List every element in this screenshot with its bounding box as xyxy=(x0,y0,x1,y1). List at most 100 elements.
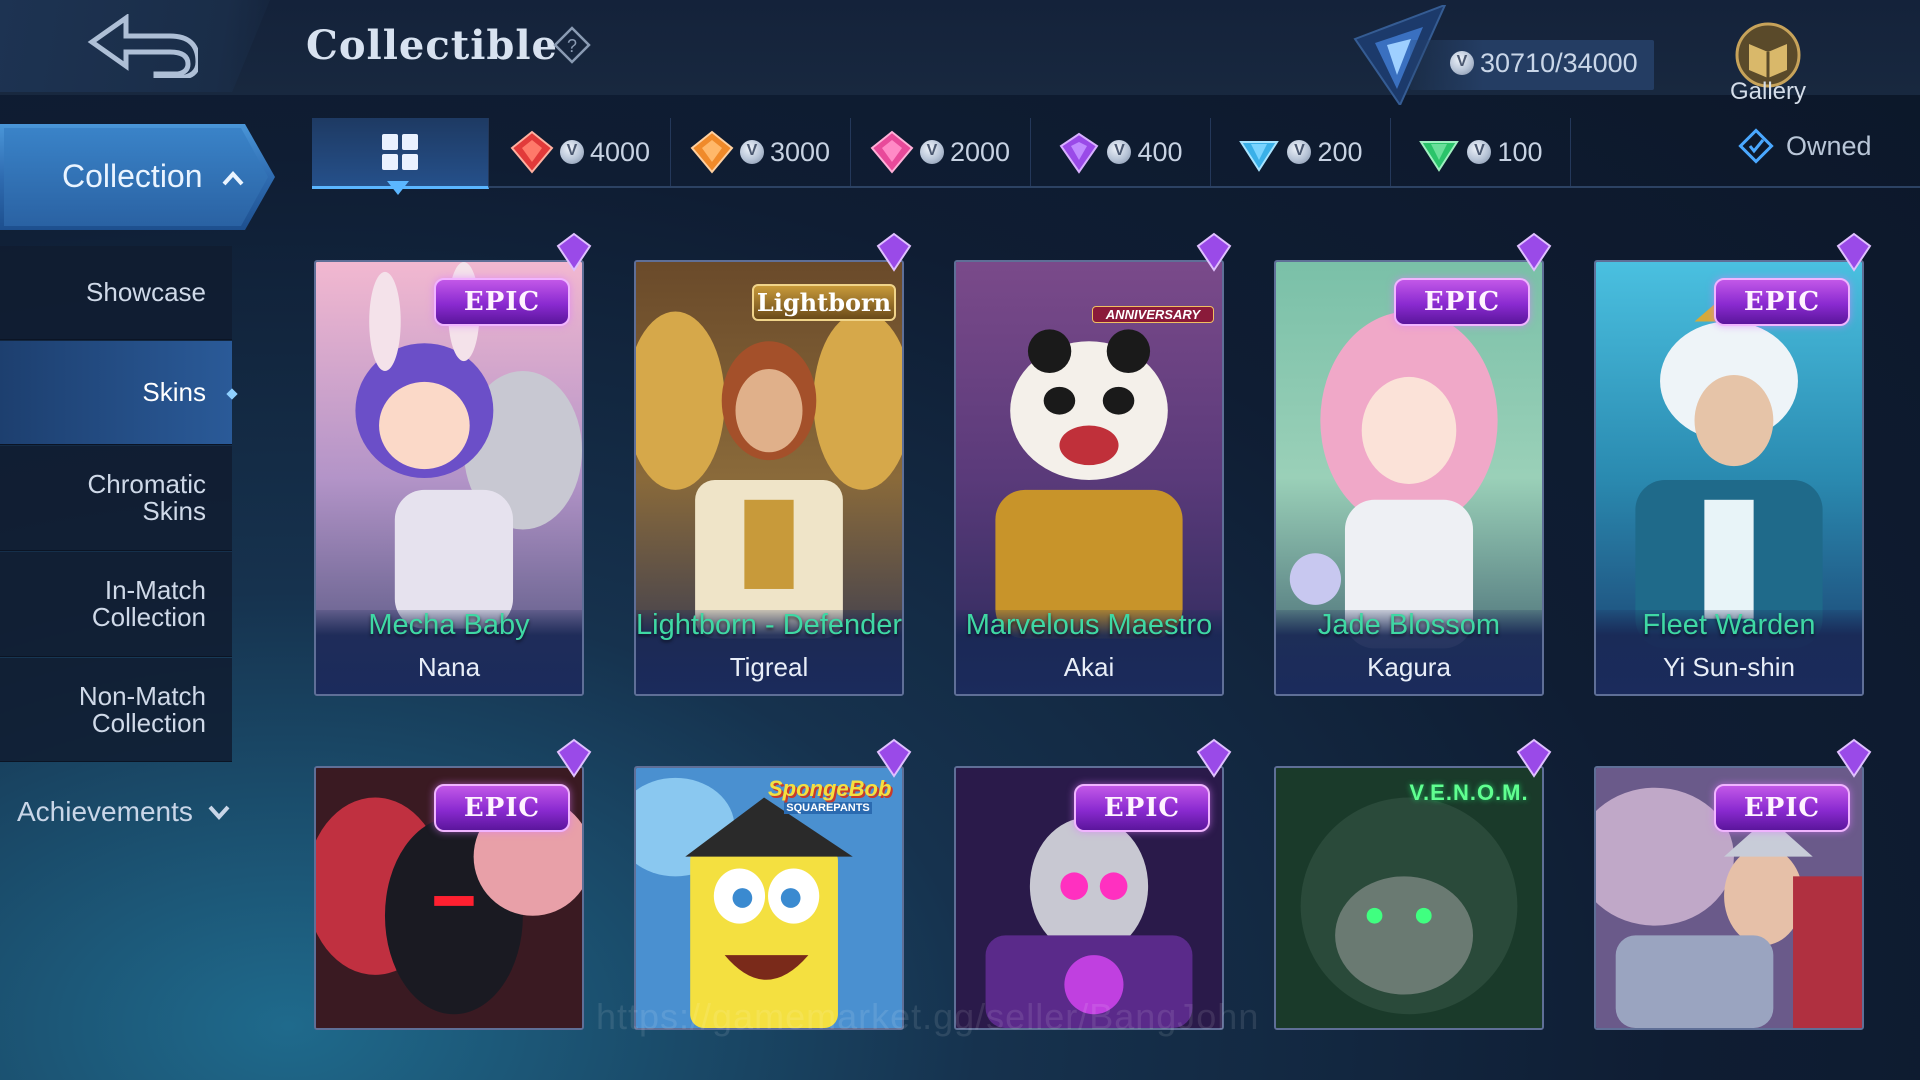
tab-3000-label: 3000 xyxy=(769,136,831,167)
owned-label: Owned xyxy=(1786,130,1872,161)
rarity-gem-icon xyxy=(1196,232,1232,272)
rarity-gem-icon xyxy=(1836,232,1872,272)
skin-card[interactable]: Mecha Baby Nana EPIC xyxy=(314,232,592,696)
tab-2000[interactable]: 2000 xyxy=(850,118,1031,186)
coin-icon xyxy=(919,140,944,164)
lightborn-logo: Lightborn xyxy=(752,284,896,321)
sidebar-item-label: Showcase xyxy=(86,277,206,307)
skin-card[interactable]: EPIC xyxy=(954,738,1232,1030)
tab-100-label: 100 xyxy=(1497,136,1543,167)
tab-400-label: 400 xyxy=(1137,136,1183,167)
rarity-gem-icon xyxy=(556,738,592,778)
rarity-gem-icon xyxy=(1516,232,1552,272)
card-frame: Marvelous Maestro Akai xyxy=(954,260,1224,696)
skin-name: Mecha Baby xyxy=(368,609,530,641)
watermark-text: https://gamemarket.gg/seller/BangJohn xyxy=(596,996,1260,1037)
pink-gem-icon xyxy=(870,130,914,174)
sidebar-item-chromatic-skins[interactable]: Chromatic Skins xyxy=(0,446,232,551)
purple-gem-icon xyxy=(1060,132,1099,174)
spongebob-logo: SpongeBob SQUAREPANTS xyxy=(768,776,892,814)
tab-400[interactable]: 400 xyxy=(1030,118,1211,186)
back-button[interactable] xyxy=(0,0,270,92)
chevron-down-icon xyxy=(208,805,230,820)
coin-icon xyxy=(739,140,764,164)
epic-badge: EPIC xyxy=(434,278,570,326)
achievements-label: Achievements xyxy=(17,796,193,827)
sidebar-item-label: In-Match Collection xyxy=(91,575,206,632)
selected-tab-indicator xyxy=(387,181,409,195)
hero-name: Tigreal xyxy=(729,652,809,682)
gallery-label[interactable]: Gallery xyxy=(1720,78,1816,106)
skin-card[interactable]: V.E.N.O.M. xyxy=(1274,738,1552,1030)
epic-badge: EPIC xyxy=(434,784,570,832)
coin-icon xyxy=(1467,140,1492,164)
tab-200-label: 200 xyxy=(1317,136,1363,167)
rarity-gem-icon xyxy=(556,232,592,272)
selected-diamond-icon xyxy=(226,388,238,400)
anniversary-logo: ANNIVERSARY xyxy=(1092,306,1214,323)
hero-name: Kagura xyxy=(1367,652,1451,682)
grid-icon xyxy=(382,134,418,170)
tab-2000-label: 2000 xyxy=(949,136,1011,167)
hero-name: Nana xyxy=(417,652,481,682)
tab-4000-label: 4000 xyxy=(589,136,651,167)
sidebar-item-skins[interactable]: Skins xyxy=(0,341,232,445)
coin-icon xyxy=(1287,140,1312,164)
collection-label: Collection xyxy=(62,158,203,194)
epic-badge: EPIC xyxy=(1714,784,1850,832)
owned-checkbox-icon xyxy=(1738,128,1774,164)
blue-gem-icon xyxy=(1239,141,1280,172)
green-gem-icon xyxy=(1419,141,1460,172)
hero-name: Yi Sun-shin xyxy=(1663,652,1795,682)
rarity-gem-icon xyxy=(1836,738,1872,778)
points-value: 30710/34000 xyxy=(1480,48,1638,78)
epic-badge: EPIC xyxy=(1074,784,1210,832)
help-icon[interactable]: ? xyxy=(553,26,591,64)
sidebar-item-showcase[interactable]: Showcase xyxy=(0,246,232,340)
tab-200[interactable]: 200 xyxy=(1210,118,1391,186)
skin-name: Jade Blossom xyxy=(1317,609,1501,641)
tabs-divider xyxy=(312,186,1920,188)
red-gem-icon xyxy=(510,130,554,174)
skin-card[interactable]: EPIC xyxy=(314,738,592,1030)
tab-4000[interactable]: 4000 xyxy=(490,118,671,186)
hero-name: Akai xyxy=(1063,652,1115,682)
skin-card[interactable]: EPIC xyxy=(1594,738,1872,1030)
rarity-gem-icon xyxy=(876,232,912,272)
sidebar-item-non-match-collection[interactable]: Non-Match Collection xyxy=(0,658,232,762)
coin-icon xyxy=(1450,51,1474,75)
card-frame: Lightborn - Defender Tigreal xyxy=(634,260,904,696)
sidebar-item-label: Skins xyxy=(142,377,206,407)
rarity-gem-icon xyxy=(1196,738,1232,778)
coin-icon xyxy=(559,140,584,164)
skin-card[interactable]: Lightborn - Defender Tigreal Lightborn xyxy=(634,232,912,696)
tab-100[interactable]: 100 xyxy=(1390,118,1571,186)
coin-icon xyxy=(1107,140,1132,164)
skin-name: Marvelous Maestro xyxy=(965,609,1213,641)
skin-name: Fleet Warden xyxy=(1642,609,1816,641)
sidebar-item-label: Chromatic Skins xyxy=(87,469,206,526)
skin-name: Lightborn - Defender xyxy=(636,609,902,641)
page-title: Collectible xyxy=(306,22,558,69)
points-counter: 30710/34000 xyxy=(1450,48,1638,79)
orange-gem-icon xyxy=(690,130,734,174)
tab-3000[interactable]: 3000 xyxy=(670,118,851,186)
card-artwork xyxy=(1276,768,1542,1028)
sidebar-item-in-match-collection[interactable]: In-Match Collection xyxy=(0,552,232,657)
chevron-up-icon xyxy=(222,171,244,186)
owned-filter[interactable]: Owned xyxy=(1738,128,1872,164)
rarity-gem-icon xyxy=(1516,738,1552,778)
sidebar-item-label: Non-Match Collection xyxy=(78,680,206,738)
venom-logo: V.E.N.O.M. xyxy=(1409,780,1529,805)
skin-card[interactable]: Marvelous Maestro Akai ANNIVERSARY xyxy=(954,232,1232,696)
skin-card[interactable]: SpongeBob SQUAREPANTS xyxy=(634,738,912,1030)
skin-card[interactable]: Jade Blossom Kagura EPIC xyxy=(1274,232,1552,696)
achievements-dropdown[interactable]: Achievements xyxy=(17,796,231,828)
epic-badge: EPIC xyxy=(1714,278,1850,326)
epic-badge: EPIC xyxy=(1394,278,1530,326)
rarity-gem-icon xyxy=(876,738,912,778)
back-arrow-icon xyxy=(87,14,198,78)
skin-card[interactable]: Fleet Warden Yi Sun-shin EPIC xyxy=(1594,232,1872,696)
svg-text:?: ? xyxy=(567,36,577,56)
tab-all[interactable] xyxy=(312,118,489,189)
